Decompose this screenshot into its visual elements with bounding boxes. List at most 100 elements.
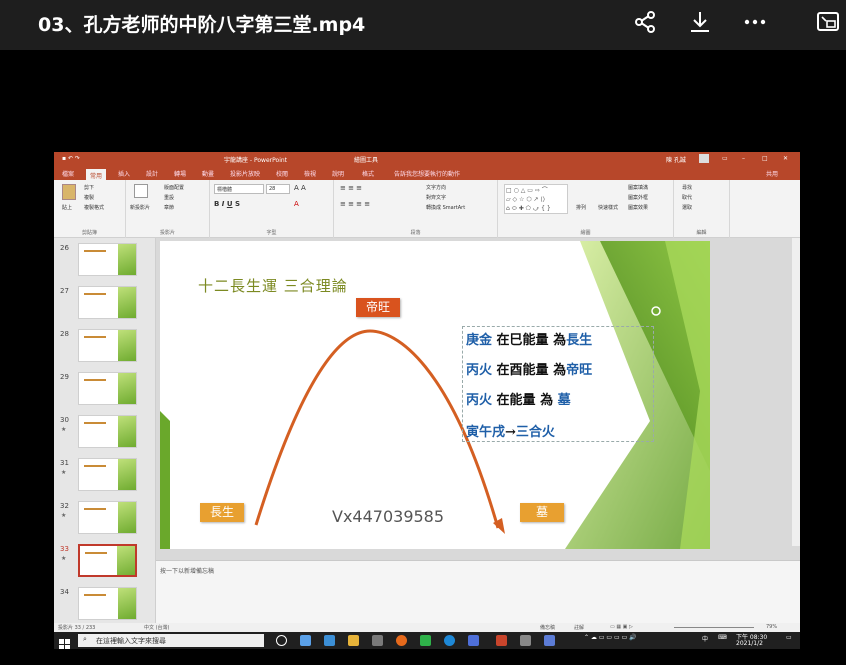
store-icon[interactable] (372, 635, 383, 646)
bold-button[interactable]: B I U S (214, 200, 240, 208)
tab-design[interactable]: 設計 (146, 169, 158, 178)
tab-insert[interactable]: 插入 (118, 169, 130, 178)
slide-thumbnail[interactable] (78, 372, 137, 405)
file-explorer-icon[interactable] (348, 635, 359, 646)
ribbon: 貼上 剪下 複製 複製格式 剪貼簿 新投影片 版面配置 重設 章節 投影片 標楷… (54, 180, 800, 238)
paste-icon[interactable] (62, 184, 76, 200)
slide-thumbnail[interactable] (78, 243, 137, 276)
section-button[interactable]: 章節 (164, 204, 174, 211)
format-painter-button[interactable]: 複製格式 (84, 204, 104, 211)
reset-button[interactable]: 重設 (164, 194, 174, 201)
arrange-button[interactable]: 排列 (576, 204, 586, 211)
slide-thumbnail-selected[interactable] (78, 544, 137, 577)
copy-button[interactable]: 複製 (84, 194, 94, 201)
shape-outline-button[interactable]: 圖案外框 (628, 194, 648, 201)
notes-button[interactable]: 備忘稿 (540, 624, 555, 631)
layout-button[interactable]: 版面配置 (164, 184, 184, 191)
share-button[interactable]: 共用 (766, 169, 778, 178)
close-icon[interactable]: ✕ (783, 155, 788, 162)
notes-pane[interactable]: 按一下以新增備忘稿 (156, 560, 800, 623)
cut-button[interactable]: 剪下 (84, 184, 94, 191)
app-icon[interactable] (468, 635, 479, 646)
avatar[interactable] (699, 154, 709, 163)
slide-thumbnail[interactable] (78, 329, 137, 362)
zoom-level[interactable]: 79% (766, 624, 777, 630)
font-color-button[interactable]: A (294, 200, 299, 208)
align-buttons[interactable]: ≡ ≡ ≡ ≡ (340, 200, 370, 208)
font-name-value: 標楷體 (217, 187, 233, 193)
slide-thumbnail[interactable] (78, 458, 137, 491)
clock-date[interactable]: 2021/1/2 (736, 640, 763, 647)
save-icon[interactable]: ▪ ↶ ↷ (62, 155, 80, 162)
slide-thumbnails: 26 27 28 29 30 ★ 31 ★ 32 ★ 33 ★ 34 (54, 238, 156, 623)
quick-styles-button[interactable]: 快速樣式 (598, 204, 618, 211)
keyboard-icon[interactable]: ⌨ (718, 634, 727, 641)
tab-help[interactable]: 說明 (332, 169, 344, 178)
paste-button[interactable]: 貼上 (62, 204, 72, 211)
new-slide-button[interactable]: 新投影片 (130, 204, 150, 211)
app-icon[interactable] (544, 635, 555, 646)
slide-thumbnail[interactable] (78, 587, 137, 620)
vertical-scrollbar[interactable] (792, 238, 800, 546)
tab-file[interactable]: 檔案 (62, 169, 74, 178)
slide-thumbnail[interactable] (78, 415, 137, 448)
tab-home[interactable]: 常用 (86, 169, 107, 180)
cortana-icon[interactable] (276, 635, 287, 646)
smartart-button[interactable]: 轉換成 SmartArt (426, 204, 465, 211)
window-title: 宇龍講座 - PowerPoint (224, 157, 288, 164)
shape-fill-button[interactable]: 圖案填滿 (628, 184, 648, 191)
system-tray-icons[interactable]: ⌃ ☁ ▭ ▭ ▭ ▭ 🔊 (584, 634, 637, 641)
slide-thumbnail[interactable] (78, 501, 137, 534)
replace-button[interactable]: 取代 (682, 194, 692, 201)
windows-taskbar: ⌕ 在這裡輸入文字來搜尋 ⌃ ☁ ▭ ▭ ▭ ▭ 🔊 中 ⌨ 下午 08:30 … (54, 632, 800, 649)
share-icon[interactable] (629, 6, 661, 38)
tab-view[interactable]: 檢視 (304, 169, 316, 178)
picture-in-picture-icon[interactable] (812, 6, 844, 38)
group-drawing: □ ○ △ ▭ ⇨ ⌒ ▱ ◇ ☆ ⬡ ↗ ⟨⟩ ⌂ ⬭ ✚ ⬠ ⤻ { } 排列 … (498, 180, 674, 238)
maximize-icon[interactable]: □ (762, 155, 768, 162)
windows-start-icon[interactable] (59, 635, 70, 649)
grow-font-button[interactable]: A A (294, 184, 306, 192)
tell-me-search[interactable]: 告訴我您想要執行的動作 (394, 169, 460, 178)
ime-indicator[interactable]: 中 (702, 634, 708, 643)
end-label: 墓 (520, 503, 564, 522)
bullets-button[interactable]: ≡ ≡ ≡ (340, 184, 362, 192)
more-icon[interactable] (739, 6, 771, 38)
taskbar-search-input[interactable]: ⌕ 在這裡輸入文字來搜尋 (78, 634, 264, 647)
view-buttons[interactable]: ▭ ▦ ▣ ▷ (610, 624, 633, 630)
text-direction-button[interactable]: 文字方向 (426, 184, 446, 191)
shape-effects-button[interactable]: 圖案效果 (628, 204, 648, 211)
select-button[interactable]: 選取 (682, 204, 692, 211)
powerpoint-taskbar-icon[interactable] (496, 635, 507, 646)
font-size-select[interactable]: 28 (266, 184, 290, 194)
tab-format[interactable]: 格式 (362, 169, 374, 178)
wechat-icon[interactable] (420, 635, 431, 646)
tab-review[interactable]: 校閱 (276, 169, 288, 178)
ribbon-options-icon[interactable]: ▭ (722, 155, 728, 162)
minimize-icon[interactable]: – (742, 155, 745, 162)
text-line-4: 寅午戌→三合火 (466, 421, 555, 440)
browser-icon[interactable] (444, 635, 455, 646)
tab-slideshow[interactable]: 投影片放映 (230, 169, 260, 178)
slide-thumbnail[interactable] (78, 286, 137, 319)
app-icon[interactable] (520, 635, 531, 646)
tab-animations[interactable]: 動畫 (202, 169, 214, 178)
slide-canvas[interactable]: 十二長生運 三合理論 帝旺 長生 墓 Vx447039585 庚金 在巳能量 為… (160, 241, 710, 549)
tab-transitions[interactable]: 轉場 (174, 169, 186, 178)
thumb-number: 27 (60, 287, 69, 295)
find-button[interactable]: 尋找 (682, 184, 692, 191)
download-icon[interactable] (684, 6, 716, 38)
firefox-icon[interactable] (396, 635, 407, 646)
shapes-gallery[interactable]: □ ○ △ ▭ ⇨ ⌒ ▱ ◇ ☆ ⬡ ↗ ⟨⟩ ⌂ ⬭ ✚ ⬠ ⤻ { } (504, 184, 568, 214)
align-text-button[interactable]: 對齊文字 (426, 194, 446, 201)
comments-button[interactable]: 註解 (574, 624, 584, 631)
notification-icon[interactable]: ▭ (786, 634, 792, 641)
zoom-slider[interactable] (674, 627, 754, 628)
edge-icon[interactable] (324, 635, 335, 646)
new-slide-icon[interactable] (134, 184, 148, 198)
task-view-icon[interactable] (300, 635, 311, 646)
font-name-select[interactable]: 標楷體 (214, 184, 264, 194)
group-slides: 新投影片 版面配置 重設 章節 投影片 (126, 180, 210, 238)
group-label-font: 字型 (266, 230, 277, 236)
watermark: Vx447039585 (332, 507, 445, 526)
